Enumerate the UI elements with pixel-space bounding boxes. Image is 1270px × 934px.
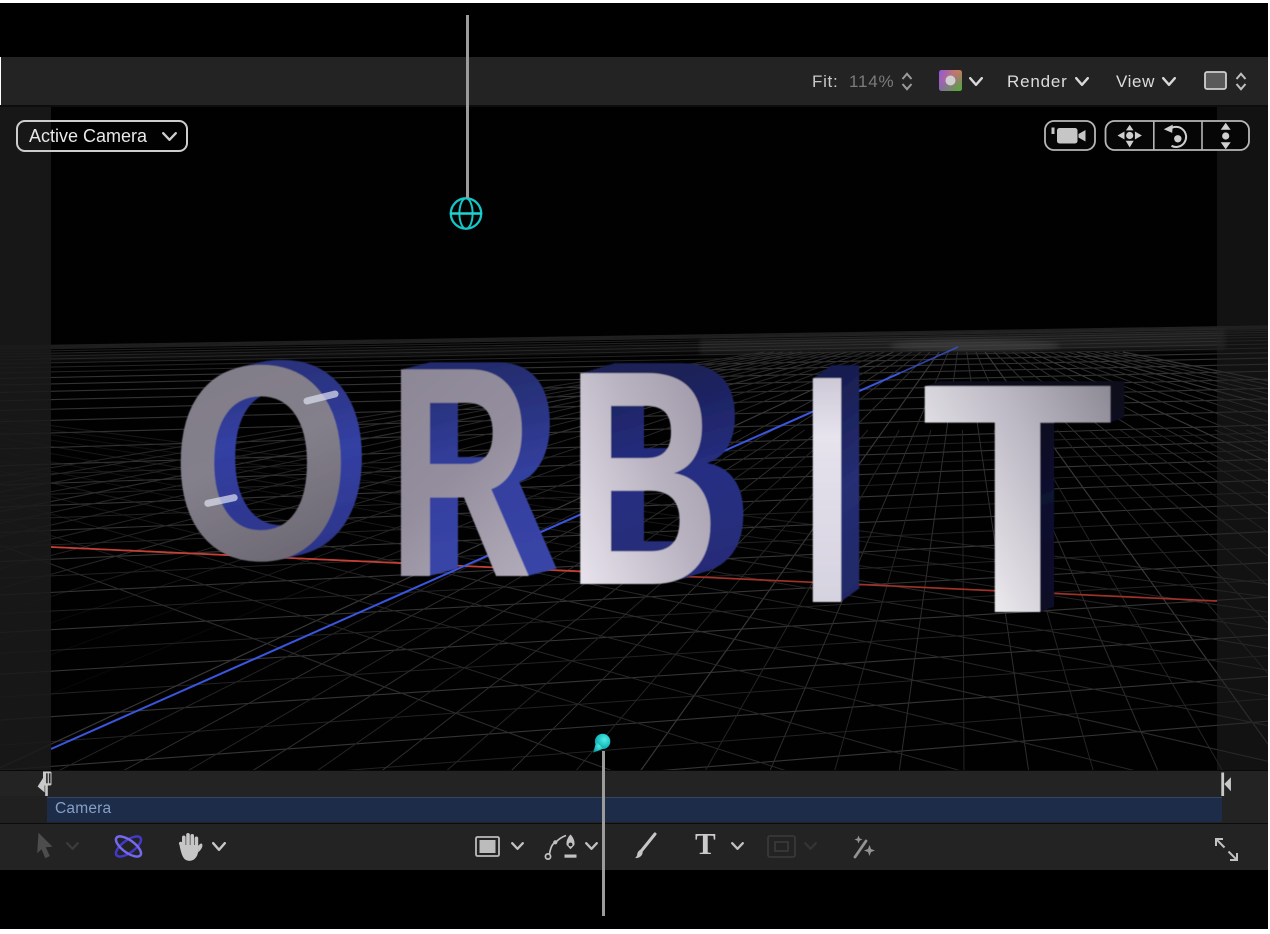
- svg-text:B: B: [566, 307, 720, 649]
- svg-text:O: O: [171, 309, 350, 619]
- svg-text:R: R: [388, 306, 533, 641]
- svg-text:I: I: [800, 308, 855, 672]
- svg-text:T: T: [921, 316, 1114, 682]
